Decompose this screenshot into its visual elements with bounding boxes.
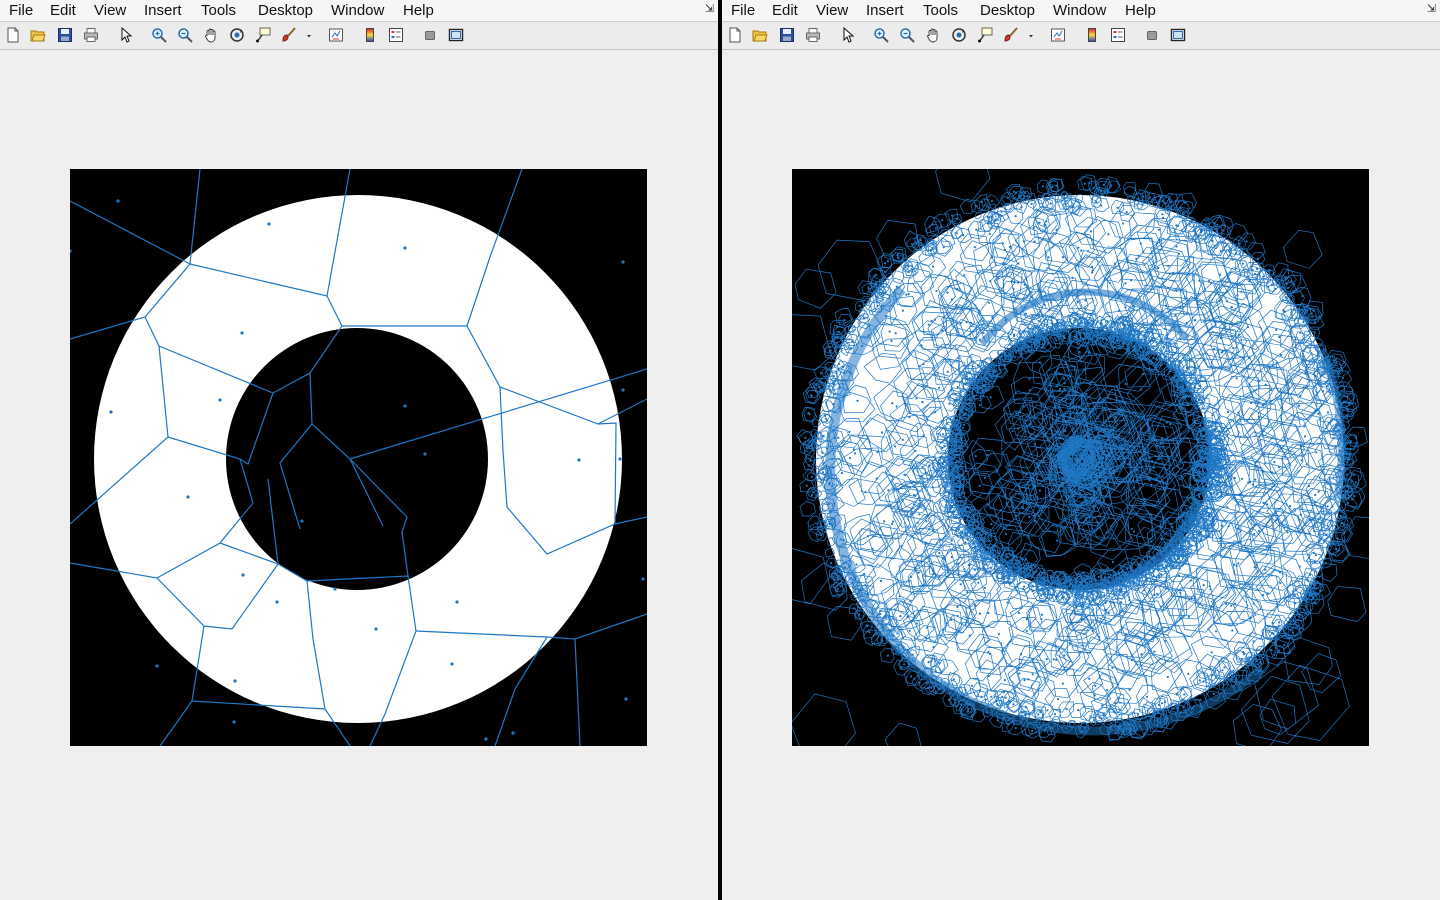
dock-arrow-icon[interactable]: ⇲ [1427,2,1436,15]
link-plot-icon[interactable] [1050,27,1066,43]
dock-arrow-icon[interactable]: ⇲ [705,2,714,15]
menu-insert[interactable]: Insert [144,2,182,19]
menu-edit[interactable]: Edit [50,2,76,19]
zoom-out-icon[interactable] [899,27,915,43]
menu-bar: File Edit View Insert Tools Desktop Wind… [0,0,718,22]
data-cursor-icon[interactable] [977,27,993,43]
menu-help[interactable]: Help [1125,2,1156,19]
menu-window[interactable]: Window [1053,2,1106,19]
pan-icon[interactable] [203,27,219,43]
menu-view[interactable]: View [94,2,126,19]
pan-icon[interactable] [925,27,941,43]
figure-toolbar [722,22,1440,50]
menu-tools[interactable]: Tools [923,2,958,19]
menu-edit[interactable]: Edit [772,2,798,19]
menu-window[interactable]: Window [331,2,384,19]
new-figure-icon[interactable] [727,27,743,43]
rotate-3d-icon[interactable] [229,27,245,43]
figure-window-right: File Edit View Insert Tools Desktop Wind… [722,0,1440,900]
open-file-icon[interactable] [752,27,768,43]
menu-tools[interactable]: Tools [201,2,236,19]
menu-file[interactable]: File [731,2,755,19]
link-plot-icon[interactable] [328,27,344,43]
menu-bar: File Edit View Insert Tools Desktop Wind… [722,0,1440,22]
brush-icon[interactable] [281,27,297,43]
brush-menu-icon[interactable] [1023,27,1033,43]
print-icon[interactable] [805,27,821,43]
figure-window-left: File Edit View Insert Tools Desktop Wind… [0,0,718,900]
new-figure-icon[interactable] [5,27,21,43]
image-axes-right[interactable] [792,169,1369,746]
image-axes-left[interactable] [70,169,647,746]
zoom-in-icon[interactable] [151,27,167,43]
hide-plot-tools-icon[interactable] [1144,27,1160,43]
data-cursor-icon[interactable] [255,27,271,43]
zoom-out-icon[interactable] [177,27,193,43]
colorbar-icon[interactable] [1084,27,1100,43]
save-icon[interactable] [57,27,73,43]
menu-file[interactable]: File [9,2,33,19]
menu-insert[interactable]: Insert [866,2,904,19]
show-plot-tools-icon[interactable] [1170,27,1186,43]
legend-icon[interactable] [388,27,404,43]
menu-help[interactable]: Help [403,2,434,19]
pointer-icon[interactable] [840,27,856,43]
menu-view[interactable]: View [816,2,848,19]
rotate-3d-icon[interactable] [951,27,967,43]
brush-menu-icon[interactable] [301,27,311,43]
voronoi-plot-left [70,169,647,746]
zoom-in-icon[interactable] [873,27,889,43]
print-icon[interactable] [83,27,99,43]
pointer-icon[interactable] [118,27,134,43]
brush-icon[interactable] [1003,27,1019,43]
menu-desktop[interactable]: Desktop [980,2,1035,19]
voronoi-plot-right [792,169,1369,746]
save-icon[interactable] [779,27,795,43]
open-file-icon[interactable] [30,27,46,43]
show-plot-tools-icon[interactable] [448,27,464,43]
ring-inner-hole [226,328,488,590]
hide-plot-tools-icon[interactable] [422,27,438,43]
figure-toolbar [0,22,718,50]
legend-icon[interactable] [1110,27,1126,43]
menu-desktop[interactable]: Desktop [258,2,313,19]
colorbar-icon[interactable] [362,27,378,43]
